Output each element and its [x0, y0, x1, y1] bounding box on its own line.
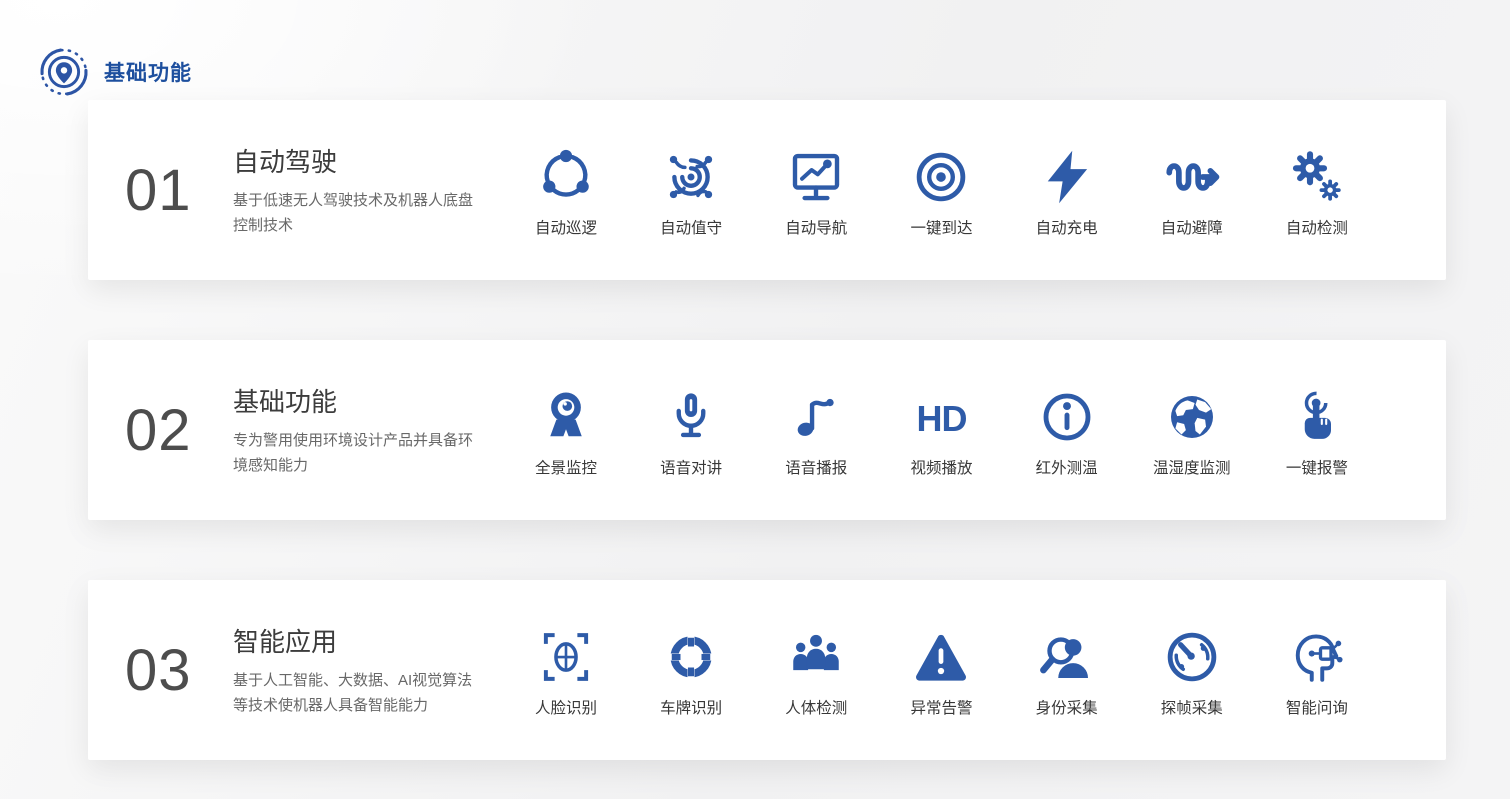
feature-cards: 01 自动驾驶 基于低速无人驾驶技术及机器人底盘控制技术	[0, 100, 1510, 760]
feature-label: 自动检测	[1286, 216, 1348, 238]
section-info: 基础功能 专为警用使用环境设计产品并具备环境感知能力	[233, 382, 473, 479]
feature-label: 智能问询	[1286, 696, 1348, 718]
tap-hand-icon	[1289, 383, 1345, 445]
feature-video-play: HD 视频播放	[882, 383, 1000, 478]
location-pin-swirl-icon	[38, 46, 90, 98]
target-icon	[913, 143, 969, 205]
feature-frame-capture: 探帧采集	[1133, 623, 1251, 718]
webcam-icon	[538, 383, 594, 445]
feature-voice-intercom: 语音对讲	[632, 383, 750, 478]
section-title: 自动驾驶	[233, 142, 473, 179]
feature-one-key-arrive: 一键到达	[882, 143, 1000, 238]
feature-panorama-monitor: 全景监控	[507, 383, 625, 478]
crosshair-icon	[663, 623, 719, 685]
feature-label: 温湿度监测	[1153, 456, 1231, 478]
feature-human-detect: 人体检测	[757, 623, 875, 718]
card-basic-functions: 02 基础功能 专为警用使用环境设计产品并具备环境感知能力 全景监控	[88, 340, 1446, 520]
feature-label: 红外测温	[1036, 456, 1098, 478]
section-number: 01	[125, 157, 233, 224]
feature-label: 全景监控	[535, 456, 597, 478]
feature-auto-check: 自动检测	[1258, 143, 1376, 238]
feature-plate-recognition: 车牌识别	[632, 623, 750, 718]
wave-arrow-icon	[1164, 143, 1220, 205]
patrol-icon	[538, 143, 594, 205]
radar-icon	[1164, 623, 1220, 685]
page-header: 基础功能	[0, 0, 1510, 100]
hd-icon: HD	[916, 383, 966, 445]
section-description: 专为警用使用环境设计产品并具备环境感知能力	[233, 429, 473, 479]
card-smart-applications: 03 智能应用 基于人工智能、大数据、AI视觉算法等技术使机器人具备智能能力	[88, 580, 1446, 760]
feature-label: 视频播放	[910, 456, 972, 478]
microphone-icon	[663, 383, 719, 445]
gears-icon	[1289, 143, 1345, 205]
feature-infrared-temp: 红外测温	[1008, 383, 1126, 478]
feature-auto-avoid: 自动避障	[1133, 143, 1251, 238]
feature-list: 人脸识别 车牌识别	[507, 623, 1376, 718]
feature-list: 全景监控 语音对讲	[507, 383, 1376, 478]
feature-label: 自动巡逻	[535, 216, 597, 238]
feature-auto-patrol: 自动巡逻	[507, 143, 625, 238]
music-note-icon	[788, 383, 844, 445]
navigation-monitor-icon	[788, 143, 844, 205]
feature-label: 语音播报	[785, 456, 847, 478]
feature-auto-charge: 自动充电	[1008, 143, 1126, 238]
feature-label: 人体检测	[785, 696, 847, 718]
feature-label: 异常告警	[910, 696, 972, 718]
feature-label: 身份采集	[1036, 696, 1098, 718]
feature-abnormal-alert: 异常告警	[882, 623, 1000, 718]
lightning-icon	[1039, 143, 1095, 205]
feature-label: 人脸识别	[535, 696, 597, 718]
card-auto-driving: 01 自动驾驶 基于低速无人驾驶技术及机器人底盘控制技术	[88, 100, 1446, 280]
ai-head-icon	[1289, 623, 1345, 685]
section-description: 基于人工智能、大数据、AI视觉算法等技术使机器人具备智能能力	[233, 669, 473, 719]
people-group-icon	[788, 623, 844, 685]
feature-voice-broadcast: 语音播报	[757, 383, 875, 478]
feature-label: 自动避障	[1161, 216, 1223, 238]
face-scan-icon	[538, 623, 594, 685]
globe-icon	[1164, 383, 1220, 445]
section-info: 自动驾驶 基于低速无人驾驶技术及机器人底盘控制技术	[233, 142, 473, 239]
standby-vortex-icon	[663, 143, 719, 205]
section-number: 02	[125, 397, 233, 464]
section-title: 基础功能	[233, 382, 473, 419]
feature-label: 自动充电	[1036, 216, 1098, 238]
page-title: 基础功能	[104, 57, 192, 87]
feature-label: 一键到达	[910, 216, 972, 238]
warning-triangle-icon	[913, 623, 969, 685]
section-number: 03	[125, 637, 233, 704]
feature-label: 探帧采集	[1161, 696, 1223, 718]
section-description: 基于低速无人驾驶技术及机器人底盘控制技术	[233, 189, 473, 239]
feature-auto-standby: 自动值守	[632, 143, 750, 238]
feature-one-key-alarm: 一键报警	[1258, 383, 1376, 478]
section-info: 智能应用 基于人工智能、大数据、AI视觉算法等技术使机器人具备智能能力	[233, 622, 473, 719]
feature-auto-navigation: 自动导航	[757, 143, 875, 238]
feature-label: 自动值守	[660, 216, 722, 238]
feature-identity-collect: 身份采集	[1008, 623, 1126, 718]
feature-label: 语音对讲	[660, 456, 722, 478]
feature-list: 自动巡逻	[507, 143, 1376, 238]
info-circle-icon	[1039, 383, 1095, 445]
feature-temp-humidity: 温湿度监测	[1133, 383, 1251, 478]
feature-label: 一键报警	[1286, 456, 1348, 478]
hd-text: HD	[916, 393, 966, 445]
feature-label: 自动导航	[785, 216, 847, 238]
feature-face-recognition: 人脸识别	[507, 623, 625, 718]
person-search-icon	[1039, 623, 1095, 685]
feature-label: 车牌识别	[660, 696, 722, 718]
section-title: 智能应用	[233, 622, 473, 659]
feature-smart-inquiry: 智能问询	[1258, 623, 1376, 718]
